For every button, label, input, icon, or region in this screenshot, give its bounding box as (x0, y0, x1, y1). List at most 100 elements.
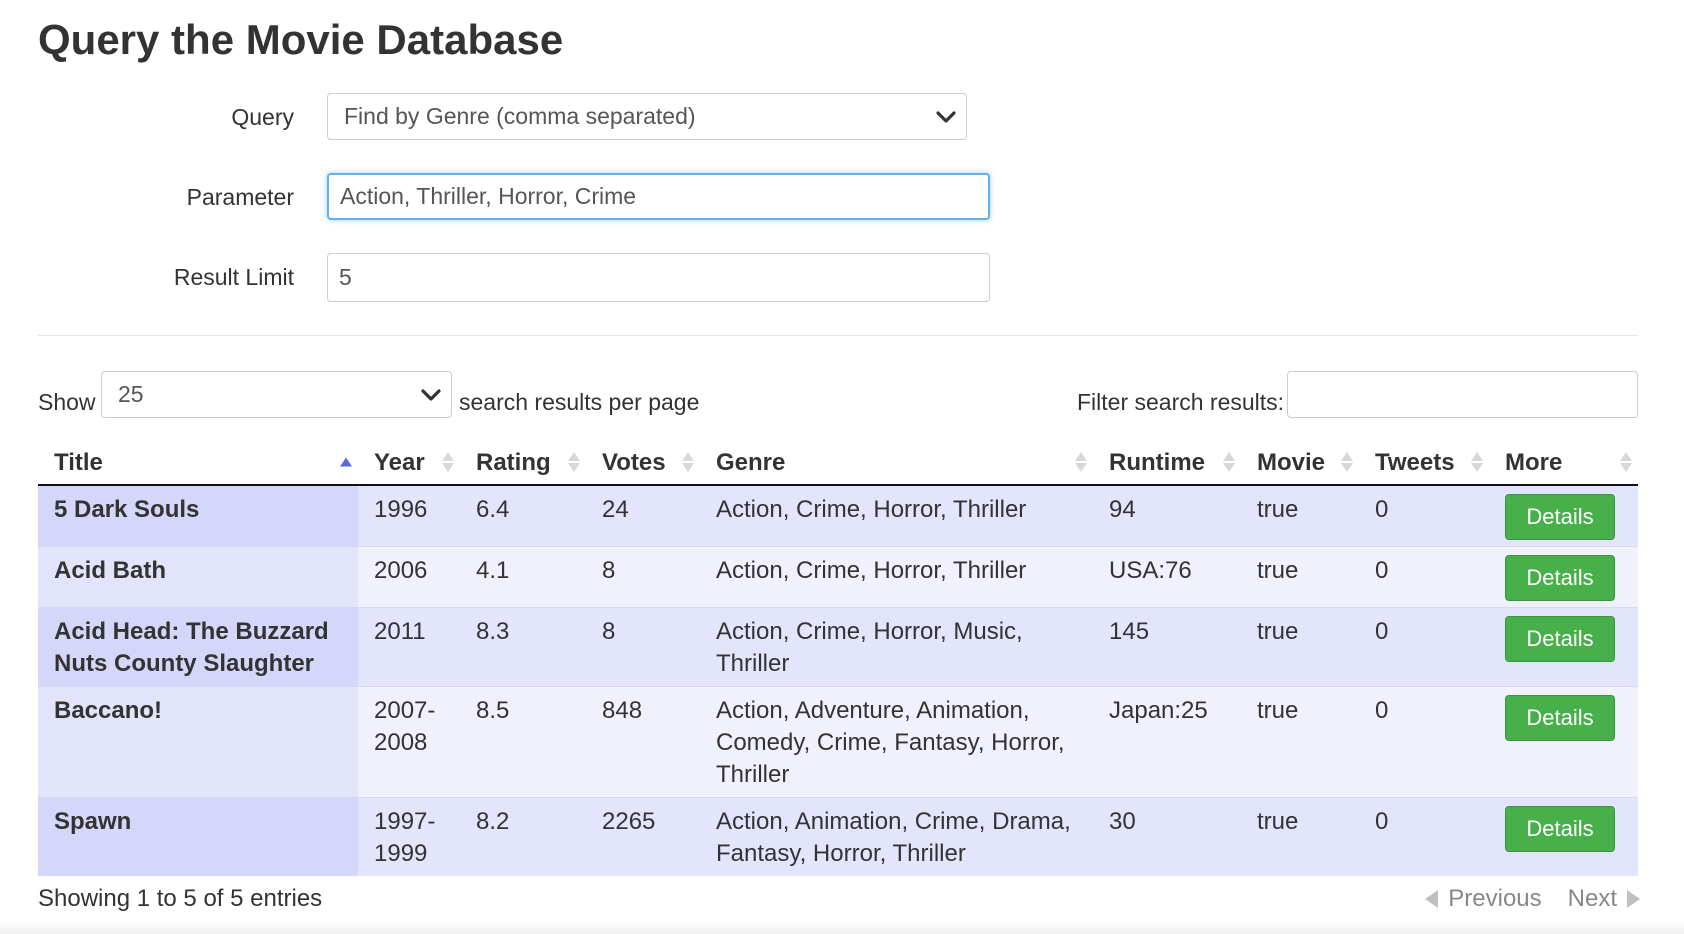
column-header-title[interactable]: Title (38, 440, 358, 486)
cell-rating: 4.1 (460, 546, 586, 608)
cell-runtime: 94 (1093, 485, 1241, 547)
cell-tweets: 0 (1359, 797, 1489, 876)
triangle-left-icon (1425, 890, 1439, 908)
cell-year: 1996 (358, 485, 460, 547)
cell-movie: true (1241, 797, 1359, 876)
cell-genre: Action, Adventure, Animation, Comedy, Cr… (700, 686, 1093, 798)
column-header-runtime[interactable]: Runtime (1093, 440, 1241, 486)
query-select[interactable]: Find by Genre (comma separated) (327, 93, 967, 140)
cell-runtime: USA:76 (1093, 546, 1241, 608)
query-select-value: Find by Genre (comma separated) (344, 103, 696, 129)
details-button[interactable]: Details (1505, 695, 1615, 741)
column-header-tweets[interactable]: Tweets (1359, 440, 1489, 486)
sort-icon (1471, 452, 1483, 472)
cell-year: 1997-1999 (358, 797, 460, 876)
pagination: Previous Next (1425, 885, 1640, 913)
sort-icon (1620, 452, 1632, 472)
cell-title: Baccano! (38, 686, 358, 798)
column-header-year[interactable]: Year (358, 440, 460, 486)
column-header-label: Votes (602, 449, 666, 476)
parameter-label: Parameter (186, 184, 294, 210)
sort-icon (1341, 452, 1353, 472)
cell-tweets: 0 (1359, 485, 1489, 547)
column-header-rating[interactable]: Rating (460, 440, 586, 486)
cell-movie: true (1241, 485, 1359, 547)
cell-runtime: 30 (1093, 797, 1241, 876)
details-button[interactable]: Details (1505, 616, 1615, 662)
cell-more: Details (1489, 485, 1638, 547)
triangle-right-icon (1627, 890, 1640, 908)
cell-genre: Action, Crime, Horror, Thriller (700, 485, 1093, 547)
page-length-value: 25 (118, 381, 144, 407)
cell-tweets: 0 (1359, 546, 1489, 608)
cell-movie: true (1241, 686, 1359, 798)
cell-year: 2007-2008 (358, 686, 460, 798)
previous-button[interactable]: Previous (1448, 885, 1541, 913)
column-header-label: More (1505, 449, 1563, 476)
column-header-label: Runtime (1109, 449, 1205, 476)
cell-title: Acid Bath (38, 546, 358, 608)
column-header-label: Genre (716, 449, 786, 476)
column-header-label: Tweets (1375, 449, 1455, 476)
column-header-votes[interactable]: Votes (586, 440, 700, 486)
chevron-down-icon (411, 388, 451, 402)
table-row: Baccano! 2007-2008 8.5 848 Action, Adventure… (38, 686, 1638, 798)
table-row: 5 Dark Souls 1996 6.4 24 Action, Crime, Horr… (38, 485, 1638, 547)
cell-genre: Action, Crime, Horror, Music, Thriller (700, 607, 1093, 687)
page: Query the Movie Database Query Find by G… (0, 0, 1684, 934)
cell-year: 2011 (358, 607, 460, 687)
results-table: Title Year Rating Votes Genre Runtime Movie Twe… (38, 440, 1638, 876)
column-header-label: Year (374, 449, 425, 476)
column-header-movie[interactable]: Movie (1241, 440, 1359, 486)
cell-rating: 8.5 (460, 686, 586, 798)
details-button[interactable]: Details (1505, 806, 1615, 852)
result-limit-input[interactable]: 5 (327, 253, 990, 302)
table-row: Acid Bath 2006 4.1 8 Action, Crime, Horror, … (38, 546, 1638, 608)
cell-genre: Action, Animation, Crime, Drama, Fantasy… (700, 797, 1093, 876)
cell-tweets: 0 (1359, 686, 1489, 798)
details-button[interactable]: Details (1505, 555, 1615, 601)
cell-runtime: Japan:25 (1093, 686, 1241, 798)
sort-icon (682, 452, 694, 472)
cell-rating: 8.2 (460, 797, 586, 876)
parameter-input[interactable]: Action, Thriller, Horror, Crime (327, 173, 990, 220)
column-header-label: Title (54, 449, 103, 476)
column-header-more[interactable]: More (1489, 440, 1638, 486)
table-header-row: Title Year Rating Votes Genre Runtime Movie Twe… (38, 440, 1638, 486)
table-info: Showing 1 to 5 of 5 entries (38, 885, 323, 912)
divider (38, 335, 1638, 336)
details-button[interactable]: Details (1505, 494, 1615, 540)
result-limit-label: Result Limit (173, 264, 294, 290)
page-title: Query the Movie Database (38, 16, 564, 63)
page-length-select[interactable]: 25 (101, 371, 452, 418)
column-header-label: Movie (1257, 449, 1326, 476)
per-page-label: search results per page (459, 389, 700, 415)
table-row: Acid Head: The Buzzard Nuts County Slaug… (38, 607, 1638, 687)
cell-more: Details (1489, 546, 1638, 608)
cell-votes: 8 (586, 607, 700, 687)
cell-runtime: 145 (1093, 607, 1241, 687)
cell-movie: true (1241, 546, 1359, 608)
filter-input[interactable] (1287, 371, 1638, 418)
next-button[interactable]: Next (1568, 885, 1617, 913)
cell-votes: 8 (586, 546, 700, 608)
cell-votes: 848 (586, 686, 700, 798)
cell-title: 5 Dark Souls (38, 485, 358, 547)
table-body: 5 Dark Souls 1996 6.4 24 Action, Crime, Horr… (38, 485, 1638, 876)
sort-icon (1075, 452, 1087, 472)
filter-label: Filter search results: (1077, 389, 1285, 415)
cell-title: Spawn (38, 797, 358, 876)
cell-genre: Action, Crime, Horror, Thriller (700, 546, 1093, 608)
cell-tweets: 0 (1359, 607, 1489, 687)
cell-votes: 24 (586, 485, 700, 547)
column-header-label: Rating (476, 449, 551, 476)
sort-icon (442, 452, 454, 472)
sort-icon (340, 457, 352, 467)
cell-more: Details (1489, 797, 1638, 876)
cell-rating: 6.4 (460, 485, 586, 547)
column-header-genre[interactable]: Genre (700, 440, 1093, 486)
table-row: Spawn 1997-1999 8.2 2265 Action, Animation, … (38, 797, 1638, 876)
cell-rating: 8.3 (460, 607, 586, 687)
cell-title: Acid Head: The Buzzard Nuts County Slaug… (38, 607, 358, 687)
cell-more: Details (1489, 607, 1638, 687)
